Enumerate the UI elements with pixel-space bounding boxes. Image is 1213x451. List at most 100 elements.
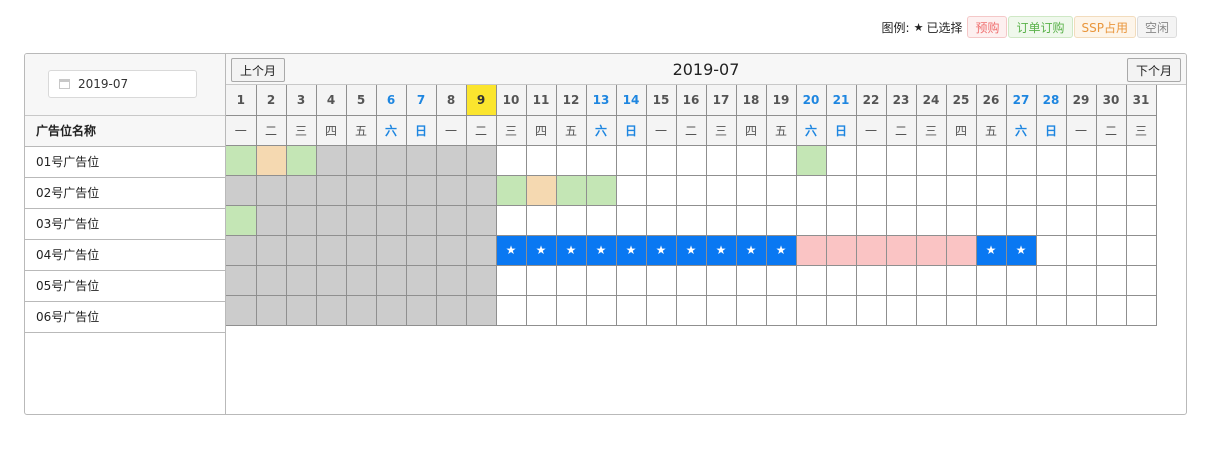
schedule-cell-free[interactable]	[675, 264, 707, 296]
schedule-cell-free[interactable]	[735, 264, 767, 296]
schedule-cell-free[interactable]	[765, 144, 797, 176]
schedule-cell-free[interactable]	[555, 204, 587, 236]
schedule-cell-free[interactable]	[585, 204, 617, 236]
schedule-cell-selected[interactable]: ★	[585, 234, 617, 266]
schedule-cell-free[interactable]	[1035, 234, 1067, 266]
schedule-cell-free[interactable]	[855, 144, 887, 176]
schedule-cell-free[interactable]	[675, 294, 707, 326]
schedule-cell-free[interactable]	[945, 174, 977, 206]
schedule-cell-free[interactable]	[645, 204, 677, 236]
schedule-cell-free[interactable]	[855, 264, 887, 296]
schedule-cell-free[interactable]	[1035, 294, 1067, 326]
schedule-cell-free[interactable]	[645, 264, 677, 296]
schedule-cell-free[interactable]	[525, 264, 557, 296]
schedule-cell-free[interactable]	[555, 294, 587, 326]
schedule-cell-free[interactable]	[735, 174, 767, 206]
schedule-cell-ssp[interactable]	[525, 174, 557, 206]
schedule-cell-free[interactable]	[1125, 234, 1157, 266]
schedule-cell-order[interactable]	[226, 204, 257, 236]
schedule-cell-free[interactable]	[765, 174, 797, 206]
schedule-cell-free[interactable]	[1065, 234, 1097, 266]
schedule-cell-free[interactable]	[975, 144, 1007, 176]
schedule-cell-preorder[interactable]	[915, 234, 947, 266]
schedule-cell-preorder[interactable]	[945, 234, 977, 266]
schedule-cell-free[interactable]	[615, 204, 647, 236]
schedule-cell-free[interactable]	[855, 174, 887, 206]
schedule-cell-free[interactable]	[645, 144, 677, 176]
schedule-cell-free[interactable]	[1065, 174, 1097, 206]
schedule-cell-free[interactable]	[825, 144, 857, 176]
schedule-cell-selected[interactable]: ★	[615, 234, 647, 266]
schedule-cell-free[interactable]	[795, 174, 827, 206]
schedule-cell-free[interactable]	[1065, 294, 1097, 326]
schedule-cell-free[interactable]	[615, 144, 647, 176]
schedule-cell-free[interactable]	[765, 204, 797, 236]
schedule-cell-order[interactable]	[555, 174, 587, 206]
schedule-cell-free[interactable]	[945, 204, 977, 236]
schedule-cell-selected[interactable]: ★	[555, 234, 587, 266]
schedule-cell-free[interactable]	[1065, 264, 1097, 296]
schedule-cell-free[interactable]	[885, 264, 917, 296]
schedule-cell-free[interactable]	[825, 264, 857, 296]
schedule-cell-free[interactable]	[945, 294, 977, 326]
schedule-cell-free[interactable]	[615, 264, 647, 296]
schedule-cell-ssp[interactable]	[255, 144, 287, 176]
schedule-cell-free[interactable]	[495, 144, 527, 176]
next-month-button[interactable]: 下个月	[1126, 58, 1181, 82]
schedule-cell-free[interactable]	[915, 294, 947, 326]
schedule-cell-preorder[interactable]	[825, 234, 857, 266]
schedule-cell-free[interactable]	[585, 264, 617, 296]
schedule-cell-free[interactable]	[555, 264, 587, 296]
schedule-cell-free[interactable]	[675, 174, 707, 206]
schedule-cell-free[interactable]	[705, 174, 737, 206]
schedule-cell-selected[interactable]: ★	[645, 234, 677, 266]
schedule-cell-preorder[interactable]	[855, 234, 887, 266]
schedule-cell-free[interactable]	[945, 264, 977, 296]
schedule-cell-free[interactable]	[1125, 204, 1157, 236]
schedule-cell-free[interactable]	[975, 264, 1007, 296]
schedule-cell-free[interactable]	[495, 264, 527, 296]
schedule-cell-free[interactable]	[825, 204, 857, 236]
schedule-cell-free[interactable]	[1035, 204, 1067, 236]
schedule-cell-free[interactable]	[795, 264, 827, 296]
schedule-cell-free[interactable]	[1035, 144, 1067, 176]
schedule-cell-free[interactable]	[1005, 144, 1037, 176]
schedule-cell-free[interactable]	[765, 264, 797, 296]
schedule-cell-free[interactable]	[525, 204, 557, 236]
schedule-cell-free[interactable]	[1095, 204, 1127, 236]
schedule-cell-free[interactable]	[555, 144, 587, 176]
schedule-cell-free[interactable]	[1125, 144, 1157, 176]
prev-month-button[interactable]: 上个月	[231, 58, 286, 82]
schedule-cell-free[interactable]	[615, 174, 647, 206]
schedule-cell-selected[interactable]: ★	[675, 234, 707, 266]
schedule-cell-preorder[interactable]	[885, 234, 917, 266]
schedule-cell-free[interactable]	[735, 144, 767, 176]
schedule-cell-preorder[interactable]	[795, 234, 827, 266]
schedule-cell-selected[interactable]: ★	[525, 234, 557, 266]
schedule-cell-free[interactable]	[885, 174, 917, 206]
schedule-cell-free[interactable]	[1065, 144, 1097, 176]
schedule-cell-free[interactable]	[1095, 144, 1127, 176]
schedule-cell-free[interactable]	[645, 294, 677, 326]
schedule-cell-free[interactable]	[1005, 294, 1037, 326]
schedule-cell-free[interactable]	[1035, 264, 1067, 296]
schedule-cell-order[interactable]	[495, 174, 527, 206]
schedule-cell-free[interactable]	[825, 174, 857, 206]
schedule-cell-free[interactable]	[795, 204, 827, 236]
schedule-cell-free[interactable]	[1065, 204, 1097, 236]
schedule-cell-free[interactable]	[1125, 294, 1157, 326]
schedule-cell-free[interactable]	[1125, 264, 1157, 296]
schedule-cell-selected[interactable]: ★	[705, 234, 737, 266]
schedule-cell-free[interactable]	[735, 204, 767, 236]
schedule-cell-free[interactable]	[495, 294, 527, 326]
schedule-cell-free[interactable]	[855, 294, 887, 326]
schedule-cell-free[interactable]	[765, 294, 797, 326]
schedule-cell-free[interactable]	[615, 294, 647, 326]
schedule-cell-free[interactable]	[645, 174, 677, 206]
schedule-cell-free[interactable]	[1095, 294, 1127, 326]
schedule-cell-selected[interactable]: ★	[735, 234, 767, 266]
month-picker-input[interactable]: 2019-07	[48, 70, 197, 98]
schedule-cell-free[interactable]	[975, 204, 1007, 236]
schedule-cell-free[interactable]	[1005, 264, 1037, 296]
schedule-cell-free[interactable]	[525, 144, 557, 176]
